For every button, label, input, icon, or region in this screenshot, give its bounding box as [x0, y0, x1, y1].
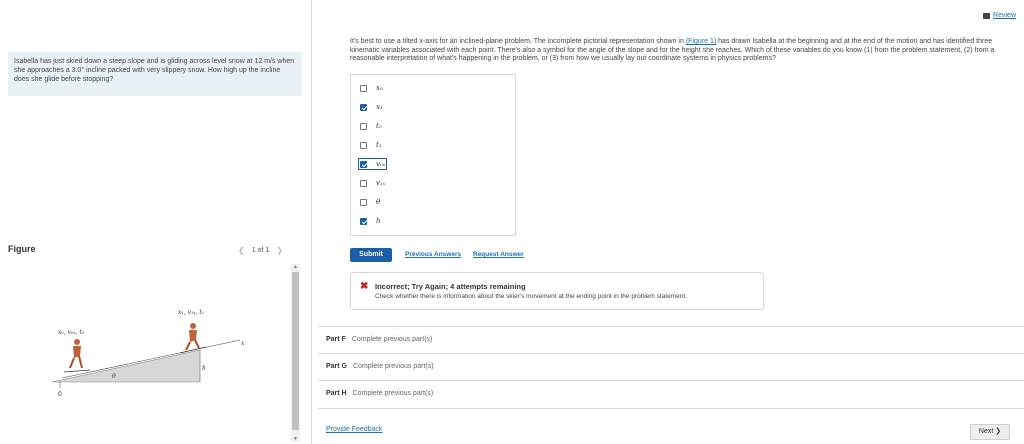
checkbox-checked[interactable]: [360, 103, 367, 111]
figure-pager: ❮ 1 of 1 ❯: [238, 246, 283, 255]
option-label: x₁: [376, 103, 383, 111]
end-variables-label: x₁, v₁ₓ, t₁: [178, 309, 204, 316]
previous-answers-link[interactable]: Previous Answers: [405, 251, 461, 258]
checkbox[interactable]: [360, 122, 367, 130]
option-label: t₁: [376, 141, 382, 149]
submit-button[interactable]: Submit: [350, 248, 392, 262]
left-panel: Isabella has just skied down a steep slo…: [0, 0, 312, 444]
part-name: Part G: [326, 363, 348, 370]
figure-scrollbar[interactable]: ▲ ▼: [291, 264, 300, 442]
part-status: Complete previous part(s): [351, 336, 433, 343]
x-axis-label: x: [241, 340, 245, 347]
question-intro: It's best to use a tilted x-axis for an …: [350, 38, 1014, 64]
option-v0x[interactable]: v₀ₓ: [357, 158, 388, 170]
figure-title: Figure: [8, 244, 36, 254]
checkbox[interactable]: [360, 179, 367, 187]
part-h[interactable]: Part H Complete previous part(s): [326, 390, 433, 397]
option-label: v₀ₓ: [376, 160, 386, 168]
review-label: Review: [993, 12, 1016, 19]
next-figure-icon[interactable]: ❯: [276, 246, 283, 255]
start-variables-label: x₀, v₀ₓ, t₀: [58, 329, 85, 336]
divider: [318, 408, 1024, 409]
origin-label: 0: [58, 391, 62, 398]
checkbox[interactable]: [360, 141, 367, 149]
skier-start: [63, 339, 91, 373]
divider: [318, 353, 1024, 354]
height-label: h: [202, 365, 206, 372]
divider: [318, 380, 1024, 381]
checkbox-checked[interactable]: [360, 160, 367, 168]
scroll-up-icon[interactable]: ▲: [292, 264, 299, 270]
option-t0[interactable]: t₀: [360, 122, 382, 130]
option-t1[interactable]: t₁: [360, 141, 382, 149]
figure-page-count: 1 of 1: [251, 247, 270, 254]
skier-end: [179, 323, 207, 354]
option-label: h: [376, 217, 381, 225]
checkbox[interactable]: [360, 198, 367, 206]
checkbox-checked[interactable]: [360, 217, 367, 225]
option-label: θ: [376, 198, 381, 206]
review-link[interactable]: Review: [983, 12, 1016, 19]
next-button[interactable]: Next ❯: [970, 424, 1010, 440]
part-name: Part F: [326, 336, 346, 343]
part-status: Complete previous part(s): [353, 363, 434, 370]
variable-checklist: x₀ x₁ t₀ t₁ v₀ₓ v₁ₓ θ h: [350, 74, 516, 236]
error-x-icon: ✖: [360, 281, 369, 292]
option-x0[interactable]: x₀: [360, 84, 383, 92]
part-status: Complete previous part(s): [352, 390, 434, 397]
part-name: Part H: [326, 390, 347, 397]
prev-figure-icon[interactable]: ❮: [238, 246, 245, 255]
option-theta[interactable]: θ: [360, 198, 380, 206]
part-f[interactable]: Part F Complete previous part(s): [326, 336, 432, 343]
part-g[interactable]: Part G Complete previous part(s): [326, 363, 434, 370]
request-answer-link[interactable]: Request Answer: [473, 251, 524, 258]
figure-1-link[interactable]: (Figure 1): [686, 38, 716, 45]
option-label: x₀: [376, 84, 383, 92]
feedback-heading: Incorrect; Try Again; 4 attempts remaini…: [375, 282, 526, 291]
angle-label: θ: [112, 373, 116, 380]
scroll-down-icon[interactable]: ▼: [292, 436, 299, 442]
option-label: t₀: [376, 122, 382, 130]
scroll-thumb[interactable]: [292, 272, 299, 430]
intro-text-1: It's best to use a tilted x-axis for an …: [350, 38, 686, 45]
option-x1[interactable]: x₁: [360, 103, 383, 111]
provide-feedback-link[interactable]: Provide Feedback: [326, 426, 382, 433]
page: Isabella has just skied down a steep slo…: [0, 0, 1024, 444]
checkbox[interactable]: [360, 84, 367, 92]
divider: [318, 326, 1024, 327]
option-v1x[interactable]: v₁ₓ: [360, 179, 385, 187]
problem-statement: Isabella has just skied down a steep slo…: [8, 52, 302, 96]
option-label: v₁ₓ: [376, 179, 386, 187]
feedback-box: ✖ Incorrect; Try Again; 4 attempts remai…: [350, 272, 764, 310]
feedback-text: Check whether there is information about…: [375, 293, 687, 300]
option-h[interactable]: h: [360, 217, 381, 225]
incline-figure: x₀, v₀ₓ, t₀ x₁, v₁ₓ, t₁ x h θ 0: [51, 309, 245, 398]
review-icon: [983, 12, 991, 19]
